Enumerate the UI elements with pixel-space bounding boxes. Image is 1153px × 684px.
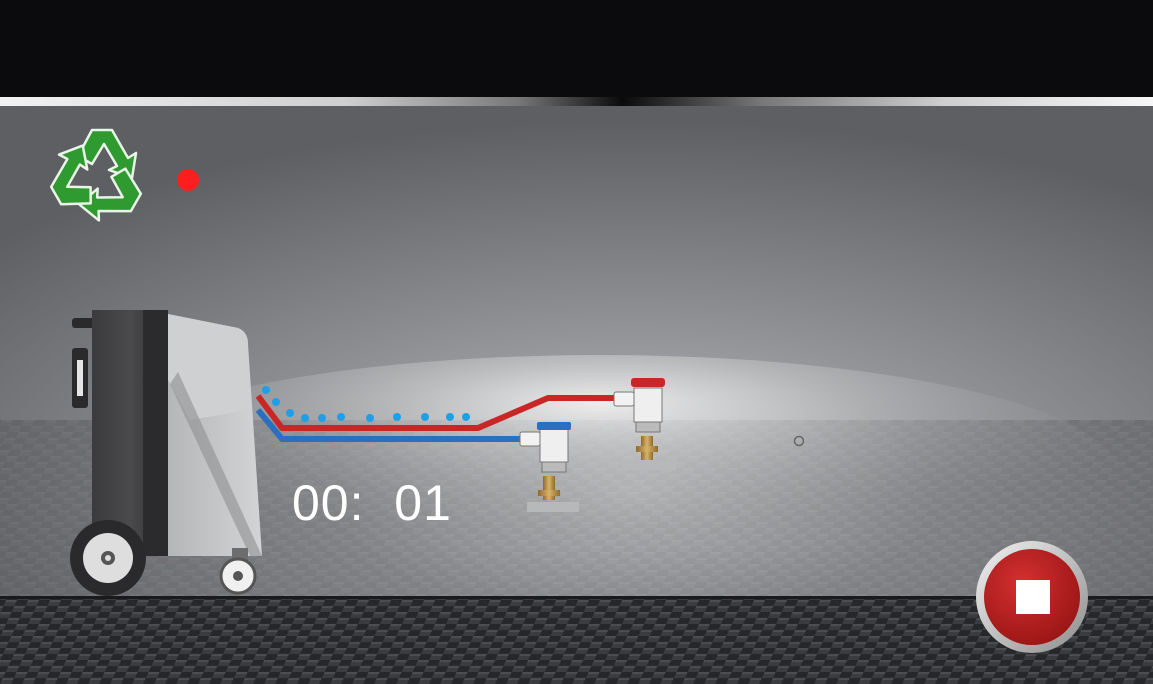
elapsed-timer: 00: 01 xyxy=(292,475,452,531)
recovery-screen: 00: 01 xyxy=(0,0,1153,684)
status-indicator-dot xyxy=(177,169,199,191)
recovery-machine-illustration xyxy=(70,310,262,596)
stop-button[interactable] xyxy=(975,540,1090,655)
